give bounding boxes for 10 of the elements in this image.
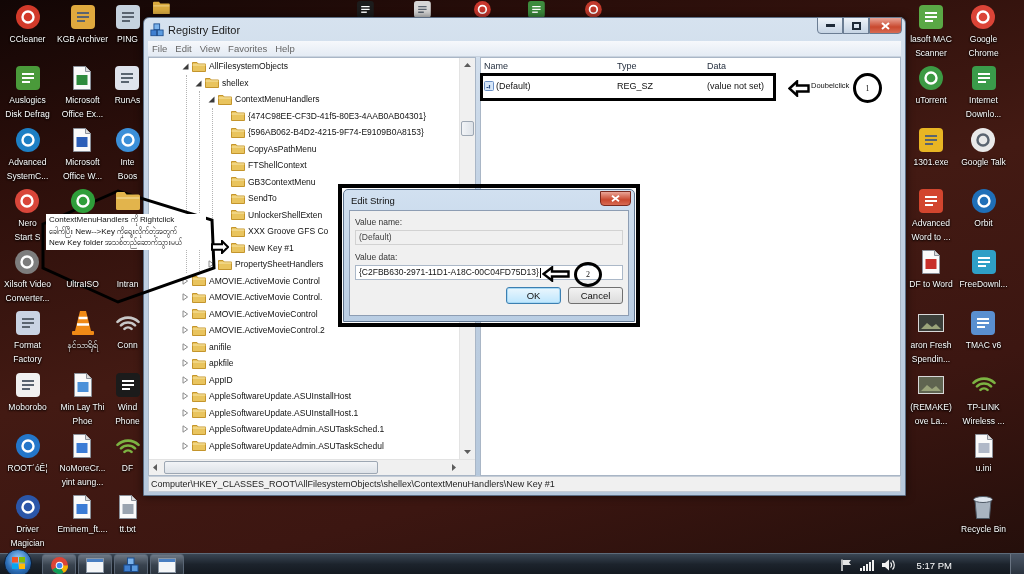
window-title: Registry Editor	[168, 23, 241, 36]
callout-note: ContextMenuHandlers ကို Rightclick ခေါက်ပြီး New-->Key ကိုရွေးလိုက်တဲ့အတွက် New Key folder အသစ်တည်ဆောက်သွားမယ်	[46, 214, 206, 250]
value-type: REG_SZ	[617, 80, 653, 91]
value-name: (Default)	[496, 80, 531, 91]
dialog-title: Edit String	[350, 194, 395, 206]
value-data: (value not set)	[707, 80, 765, 91]
field-label: Value name:	[355, 216, 403, 228]
field-label: Value data:	[355, 251, 398, 263]
step-marker: 2	[574, 262, 602, 287]
status-bar: Computer\HKEY_CLASSES_ROOT\AllFilesystemObjects\shellex\ContextMenuHandlers\New Key #1	[148, 476, 901, 492]
